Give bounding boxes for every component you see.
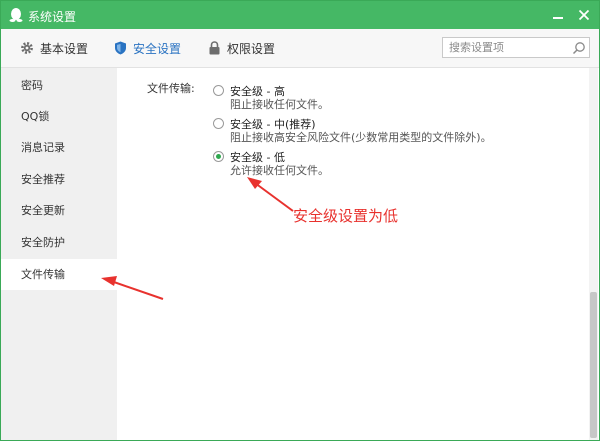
settings-content: 文件传输: 安全级 - 高 阻止接收任何文件。 安全级 - 中(推荐) 阻止接收… [117, 68, 599, 440]
sidebar-item-security-recommend[interactable]: 安全推荐 [1, 164, 117, 195]
lock-icon [209, 41, 220, 55]
search-box[interactable] [442, 37, 590, 58]
settings-window: 系统设置 基本设置 安全设置 权限设置 搜索设置项 密码 QQ锁 消息记录 安全… [0, 0, 600, 441]
minimize-icon[interactable] [549, 6, 567, 24]
title-bar: 系统设置 [1, 1, 599, 29]
annotation-text: 安全级设置为低 [293, 207, 399, 225]
tab-permission-settings[interactable]: 权限设置 [208, 29, 275, 67]
radio-security-high[interactable] [213, 85, 224, 96]
gear-icon [21, 42, 33, 54]
radio-security-medium[interactable] [213, 118, 224, 129]
tab-basic-settings[interactable]: 基本设置 [20, 29, 88, 67]
sidebar-item-security-protection[interactable]: 安全防护 [1, 227, 117, 258]
search-input[interactable] [443, 38, 573, 57]
option-description: 阻止接收任何文件。 [230, 98, 329, 111]
scrollbar[interactable] [589, 68, 598, 440]
sidebar: 密码 QQ锁 消息记录 安全推荐 安全更新 安全防护 文件传输 [1, 68, 117, 440]
scrollbar-thumb[interactable] [590, 292, 597, 438]
sidebar-item-security-update[interactable]: 安全更新 [1, 195, 117, 226]
annotation-arrow-to-low-option [247, 177, 294, 212]
sidebar-item-password[interactable]: 密码 [1, 70, 117, 101]
tab-permission-settings-label: 权限设置 [227, 41, 276, 56]
close-icon[interactable] [575, 6, 593, 24]
sidebar-item-qq-lock[interactable]: QQ锁 [1, 101, 117, 132]
window-title: 系统设置 [28, 10, 77, 24]
tab-security-settings-label: 安全设置 [133, 41, 182, 56]
annotation-arrow-to-file-transfer [101, 276, 164, 300]
tab-basic-settings-label: 基本设置 [40, 41, 89, 56]
shield-icon [115, 41, 126, 55]
qq-penguin-logo-icon [9, 8, 23, 22]
sidebar-item-message-history[interactable]: 消息记录 [1, 132, 117, 163]
radio-security-low[interactable] [213, 151, 224, 162]
file-transfer-section-label: 文件传输: [147, 82, 195, 95]
option-description: 阻止接收高安全风险文件(少数常用类型的文件除外)。 [230, 131, 492, 144]
toolbar: 基本设置 安全设置 权限设置 [1, 29, 599, 68]
search-icon[interactable] [572, 41, 586, 55]
tab-security-settings[interactable]: 安全设置 [114, 29, 181, 67]
